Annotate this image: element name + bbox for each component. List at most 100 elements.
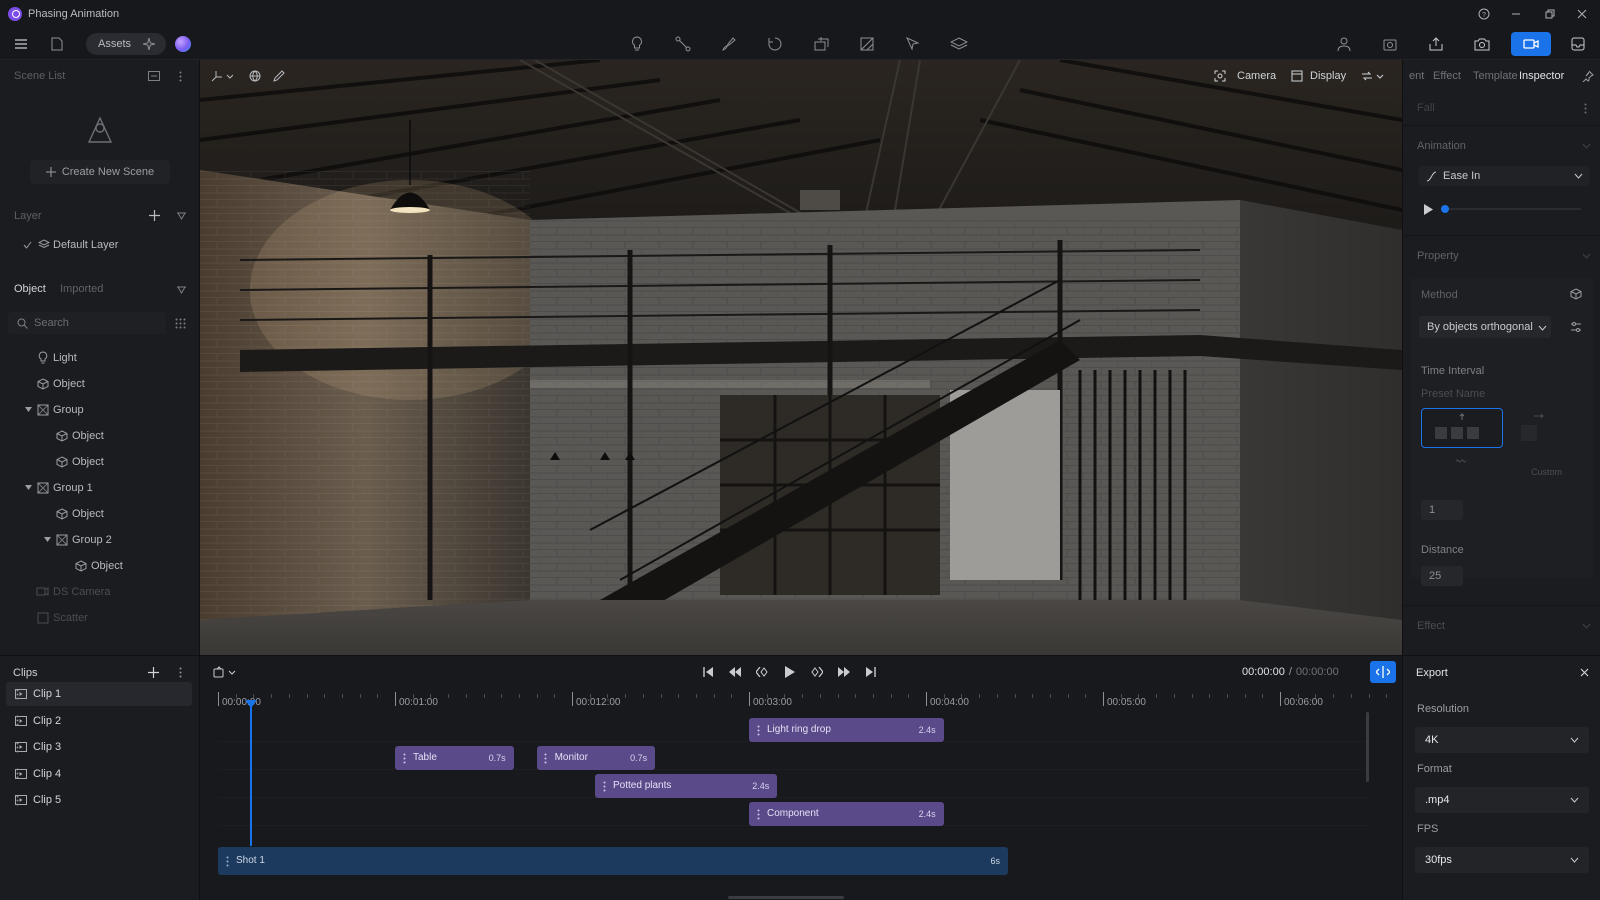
expand-triangle-icon[interactable] <box>22 481 35 494</box>
render-settings-icon[interactable] <box>1379 33 1401 55</box>
tree-item[interactable]: Group 1 <box>0 476 199 500</box>
clip-more-icon[interactable] <box>14 687 20 701</box>
timeline-clip[interactable]: Monitor 0.7s <box>536 746 656 770</box>
layer-visible-check-icon[interactable] <box>22 238 32 251</box>
tree-item[interactable]: Light <box>0 346 199 370</box>
export-close-icon[interactable] <box>1579 667 1589 677</box>
tree-item[interactable]: Group 2 <box>0 528 199 552</box>
playhead-line[interactable] <box>250 706 252 846</box>
tree-item[interactable]: Group <box>0 398 199 422</box>
fall-more-icon[interactable] <box>1583 102 1587 114</box>
drag-handle-icon[interactable] <box>225 855 229 867</box>
camera-button[interactable]: Camera <box>1237 70 1276 82</box>
rewind-icon[interactable] <box>728 665 742 679</box>
inbox-icon[interactable] <box>1567 33 1589 55</box>
property-collapse-icon[interactable] <box>1581 252 1591 260</box>
timeline-clip[interactable]: Potted plants 2.4s <box>595 774 778 798</box>
timeline-horizontal-scrollbar[interactable] <box>728 896 844 899</box>
pen-icon[interactable] <box>272 69 286 83</box>
create-new-scene-button[interactable]: Create New Scene <box>30 160 170 184</box>
preset-option-custom[interactable] <box>1521 425 1537 441</box>
tree-item[interactable]: Object <box>0 450 199 474</box>
tree-item[interactable]: Object <box>0 502 199 526</box>
format-select[interactable]: .mp4 <box>1415 787 1589 813</box>
interval-input[interactable]: 1 <box>1421 500 1463 520</box>
add-clip-icon[interactable] <box>147 666 159 678</box>
tab-object[interactable]: Object <box>14 283 46 295</box>
tree-item[interactable]: Scatter <box>0 606 199 630</box>
layers-tool-icon[interactable] <box>948 33 970 55</box>
preview-progress-knob[interactable] <box>1441 205 1449 213</box>
tree-item[interactable]: Object <box>0 372 199 396</box>
resolution-select[interactable]: 4K <box>1415 727 1589 753</box>
sliders-icon[interactable] <box>1569 320 1583 334</box>
expand-triangle-icon[interactable] <box>22 403 35 416</box>
method-cube-icon[interactable] <box>1569 287 1583 301</box>
drag-handle-icon[interactable] <box>756 808 760 820</box>
drag-handle-icon[interactable] <box>756 724 760 736</box>
timeline-ruler[interactable]: 00:00:00 00:01:00 00:012:00 00:03:00 00:04:0… <box>200 688 1423 712</box>
next-keyframe-icon[interactable] <box>810 665 824 679</box>
timeline-scrollbar[interactable] <box>1366 712 1369 782</box>
object-filter-icon[interactable] <box>176 285 186 295</box>
timeline-clip[interactable]: Table 0.7s <box>395 746 514 770</box>
scene-list-more-icon[interactable] <box>178 70 182 82</box>
light-tool-icon[interactable] <box>626 33 648 55</box>
display-button[interactable]: Display <box>1310 70 1346 82</box>
clip-more-icon[interactable] <box>14 740 20 754</box>
tab-imported[interactable]: Imported <box>60 283 103 295</box>
video-record-button[interactable] <box>1511 32 1551 56</box>
tree-item[interactable]: Object <box>0 424 199 448</box>
clip-item[interactable]: Clip 4 <box>6 762 192 786</box>
screenshot-camera-icon[interactable] <box>1471 33 1493 55</box>
add-camera-dropdown-icon[interactable] <box>212 665 238 679</box>
camera-focus-icon[interactable] <box>1213 69 1227 83</box>
hamburger-menu-icon[interactable] <box>10 33 32 55</box>
restore-icon[interactable] <box>1542 6 1558 22</box>
clip-item[interactable]: Clip 1 <box>6 682 192 706</box>
axis-gizmo-icon[interactable] <box>210 69 234 83</box>
expand-triangle-icon[interactable] <box>41 533 54 546</box>
clip-item[interactable]: Clip 2 <box>6 709 192 733</box>
animation-collapse-icon[interactable] <box>1581 142 1591 150</box>
snap-mode-button[interactable] <box>1370 661 1396 683</box>
skip-to-start-icon[interactable] <box>701 665 715 679</box>
easing-dropdown[interactable]: Ease In <box>1419 166 1589 186</box>
drag-handle-icon[interactable] <box>544 752 548 764</box>
clip-more-icon[interactable] <box>14 767 20 781</box>
timeline-clip[interactable]: Component 2.4s <box>749 802 944 826</box>
assets-button[interactable]: Assets <box>86 33 166 55</box>
grid-view-icon[interactable] <box>174 317 186 329</box>
shot-bar[interactable]: Shot 1 6s <box>218 847 1008 875</box>
brush-tool-icon[interactable] <box>718 33 740 55</box>
tab-ent[interactable]: ent <box>1409 70 1424 82</box>
object-search-box[interactable]: Search <box>8 312 166 334</box>
globe-icon[interactable] <box>248 69 262 83</box>
view-sync-dropdown-icon[interactable] <box>1360 69 1386 83</box>
method-dropdown[interactable]: By objects orthogonal <box>1419 316 1551 338</box>
user-icon[interactable] <box>1333 33 1355 55</box>
close-icon[interactable] <box>1574 6 1590 22</box>
clip-more-icon[interactable] <box>14 793 20 807</box>
clip-item[interactable]: Clip 3 <box>6 735 192 759</box>
preview-play-icon[interactable] <box>1423 203 1433 215</box>
layer-row-default[interactable]: Default Layer <box>0 233 199 257</box>
skip-to-end-icon[interactable] <box>864 665 878 679</box>
add-layer-icon[interactable] <box>148 209 160 221</box>
clip-more-icon[interactable] <box>14 714 20 728</box>
clip-item[interactable]: Clip 5 <box>6 788 192 812</box>
drag-handle-icon[interactable] <box>402 752 406 764</box>
play-icon[interactable] <box>783 665 797 679</box>
scene-list-view-icon[interactable] <box>148 70 160 82</box>
color-orb-icon[interactable] <box>175 36 191 52</box>
rotate-tool-icon[interactable] <box>764 33 786 55</box>
select-tool-icon[interactable] <box>902 33 924 55</box>
material-tool-icon[interactable] <box>856 33 878 55</box>
share-icon[interactable] <box>1425 33 1447 55</box>
timeline-clip[interactable]: Light ring drop 2.4s <box>749 718 944 742</box>
tab-inspector[interactable]: Inspector <box>1519 70 1564 82</box>
layer-filter-icon[interactable] <box>176 211 186 221</box>
fps-select[interactable]: 30fps <box>1415 847 1589 873</box>
extrude-tool-icon[interactable] <box>810 33 832 55</box>
minimize-icon[interactable] <box>1508 6 1524 22</box>
